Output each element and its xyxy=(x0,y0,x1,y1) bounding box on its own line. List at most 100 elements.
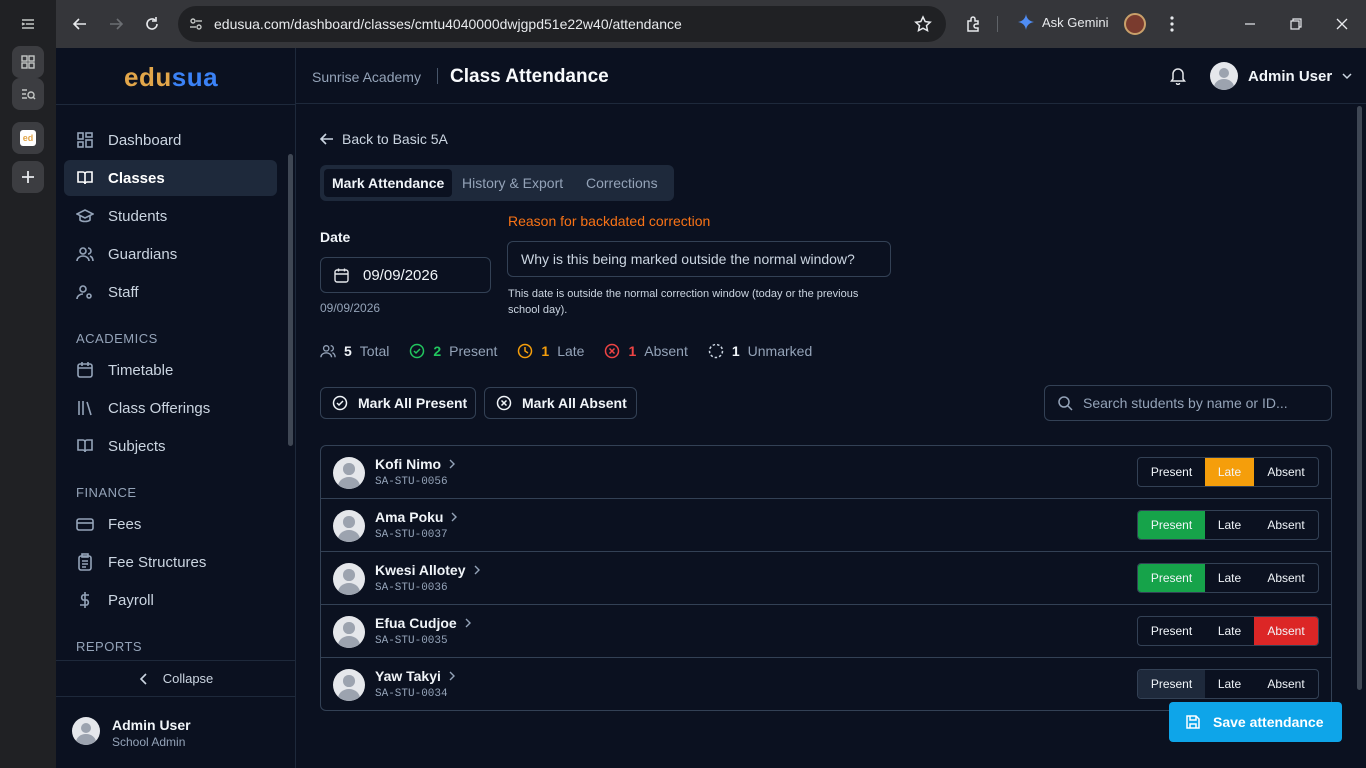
present-toggle-button[interactable]: Present xyxy=(1138,617,1205,645)
sidebar-item-payroll[interactable]: Payroll xyxy=(64,582,277,618)
late-toggle-button[interactable]: Late xyxy=(1205,564,1254,592)
present-toggle-button[interactable]: Present xyxy=(1138,458,1205,486)
absent-toggle-button[interactable]: Absent xyxy=(1254,511,1318,539)
reason-input[interactable] xyxy=(507,241,891,277)
stat-present-label: Present xyxy=(449,343,498,359)
ask-gemini-button[interactable]: Ask Gemini xyxy=(1018,14,1108,30)
sidebar-item-classes[interactable]: Classes xyxy=(64,160,277,196)
sidebar-item-label: Timetable xyxy=(108,361,174,379)
back-link[interactable]: Back to Basic 5A xyxy=(320,131,448,147)
edusua-logo[interactable]: edusua xyxy=(124,62,218,93)
student-name-link[interactable]: Ama Poku xyxy=(375,509,458,525)
gemini-sparkle-icon xyxy=(1018,14,1034,30)
late-toggle-button[interactable]: Late xyxy=(1205,617,1254,645)
student-name: Kofi Nimo xyxy=(375,456,442,472)
absent-toggle-button[interactable]: Absent xyxy=(1254,670,1318,698)
tab-search-icon[interactable] xyxy=(12,78,44,110)
plus-icon xyxy=(22,171,34,183)
sidebar-item-label: Subjects xyxy=(108,437,166,455)
graduation-cap-icon xyxy=(76,209,94,223)
sidebar-item-students[interactable]: Students xyxy=(64,198,277,234)
mark-all-present-button[interactable]: Mark All Present xyxy=(320,387,476,419)
sidebar-scrollbar[interactable] xyxy=(288,154,293,446)
late-toggle-button[interactable]: Late xyxy=(1205,670,1254,698)
edusua-favicon-icon: ed xyxy=(20,130,36,146)
student-avatar xyxy=(333,616,365,648)
sidebar-item-fees[interactable]: Fees xyxy=(64,506,277,542)
reload-icon[interactable] xyxy=(138,10,166,38)
stat-unmarked-count: 1 xyxy=(731,343,740,359)
close-window-icon[interactable] xyxy=(1328,10,1356,38)
profile-avatar[interactable] xyxy=(1124,13,1146,35)
edusua-tab-favicon[interactable]: ed xyxy=(12,122,44,154)
attendance-tabs: Mark Attendance History & Export Correct… xyxy=(320,165,674,201)
date-caption: 09/09/2026 xyxy=(320,301,381,315)
date-value: 09/09/2026 xyxy=(363,266,439,284)
header-user-menu[interactable]: Admin User xyxy=(1210,62,1352,90)
header-user-name: Admin User xyxy=(1248,67,1333,85)
new-tab-button[interactable] xyxy=(12,161,44,193)
forward-arrow-icon[interactable] xyxy=(102,10,130,38)
browser-side-panel: ed xyxy=(0,0,56,768)
absent-toggle-button[interactable]: Absent xyxy=(1254,458,1318,486)
student-name-link[interactable]: Kwesi Allotey xyxy=(375,562,480,578)
absent-toggle-button[interactable]: Absent xyxy=(1254,617,1318,645)
tab-history-export[interactable]: History & Export xyxy=(454,169,571,197)
student-search[interactable] xyxy=(1044,385,1332,421)
users-icon xyxy=(76,247,94,262)
sidebar-item-guardians[interactable]: Guardians xyxy=(64,236,277,272)
save-attendance-button[interactable]: Save attendance xyxy=(1169,702,1342,742)
sidebar-item-class-offerings[interactable]: Class Offerings xyxy=(64,390,277,426)
status-toggle: Present Late Absent xyxy=(1137,510,1319,540)
extensions-icon[interactable] xyxy=(960,10,988,38)
tab-corrections[interactable]: Corrections xyxy=(578,169,666,197)
sidebar-user-card[interactable]: Admin User School Admin xyxy=(56,696,296,768)
back-link-label: Back to Basic 5A xyxy=(342,131,448,147)
student-name-link[interactable]: Yaw Takyi xyxy=(375,668,455,684)
absent-toggle-button[interactable]: Absent xyxy=(1254,564,1318,592)
late-toggle-button[interactable]: Late xyxy=(1205,511,1254,539)
date-picker[interactable]: 09/09/2026 xyxy=(320,257,491,293)
student-name-link[interactable]: Kofi Nimo xyxy=(375,456,456,472)
sidebar-item-staff[interactable]: Staff xyxy=(64,274,277,310)
sidebar-item-dashboard[interactable]: Dashboard xyxy=(64,122,277,158)
sidebar-item-label: Class Offerings xyxy=(108,399,211,417)
app-root: edusua Dashboard Classes Students Guardi… xyxy=(56,48,1366,768)
sidebar-item-subjects[interactable]: Subjects xyxy=(64,428,277,464)
ask-gemini-label: Ask Gemini xyxy=(1042,14,1109,30)
page-title: Class Attendance xyxy=(450,66,609,87)
tab-mark-attendance[interactable]: Mark Attendance xyxy=(324,169,453,197)
present-toggle-button[interactable]: Present xyxy=(1138,670,1205,698)
main-scrollbar[interactable] xyxy=(1357,106,1362,690)
present-toggle-button[interactable]: Present xyxy=(1138,564,1205,592)
sidebar-item-label: Staff xyxy=(108,283,139,301)
tab-groups-icon[interactable] xyxy=(12,46,44,78)
student-name: Yaw Takyi xyxy=(375,668,441,684)
browser-menu-icon[interactable] xyxy=(1158,10,1186,38)
back-arrow-icon[interactable] xyxy=(66,10,94,38)
restore-icon[interactable] xyxy=(1282,10,1310,38)
minimize-icon[interactable] xyxy=(1236,10,1264,38)
student-row: Efua Cudjoe SA-STU-0035 Present Late Absent xyxy=(321,605,1331,658)
stat-late-count: 1 xyxy=(541,343,550,359)
tab-list-icon[interactable] xyxy=(12,8,44,40)
address-bar[interactable]: edusua.com/dashboard/classes/cmtu4040000… xyxy=(178,6,946,42)
bookmark-star-icon[interactable] xyxy=(914,15,932,38)
site-settings-icon[interactable] xyxy=(188,16,204,37)
search-input[interactable] xyxy=(1083,395,1323,411)
url-text: edusua.com/dashboard/classes/cmtu4040000… xyxy=(214,16,682,32)
student-name-link[interactable]: Efua Cudjoe xyxy=(375,615,471,631)
bell-icon[interactable] xyxy=(1170,67,1186,90)
collapse-sidebar-button[interactable]: Collapse xyxy=(56,660,296,696)
late-toggle-button[interactable]: Late xyxy=(1205,458,1254,486)
student-row: Kwesi Allotey SA-STU-0036 Present Late Absen… xyxy=(321,552,1331,605)
student-list: Kofi Nimo SA-STU-0056 Present Late Absent Ama… xyxy=(320,445,1332,711)
avatar xyxy=(72,717,100,745)
chevron-left-icon xyxy=(139,672,147,685)
present-toggle-button[interactable]: Present xyxy=(1138,511,1205,539)
sidebar-item-timetable[interactable]: Timetable xyxy=(64,352,277,388)
mark-all-absent-button[interactable]: Mark All Absent xyxy=(484,387,637,419)
library-icon xyxy=(78,401,92,416)
user-cog-icon xyxy=(76,285,92,300)
sidebar-item-fee-structures[interactable]: Fee Structures xyxy=(64,544,277,580)
